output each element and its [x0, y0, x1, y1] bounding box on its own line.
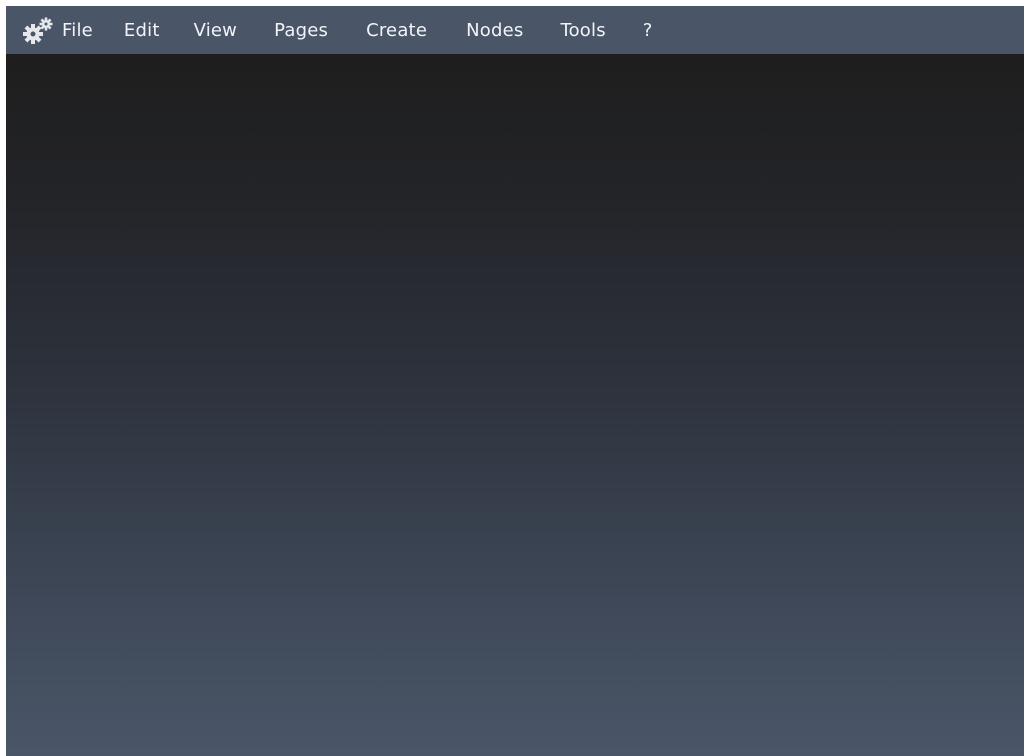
- menu-view[interactable]: View: [194, 20, 238, 41]
- app-window: File Edit View Pages Create Nodes Tools …: [6, 6, 1024, 756]
- menu-edit[interactable]: Edit: [124, 20, 160, 41]
- gears-icon[interactable]: [22, 16, 56, 46]
- menu-tools[interactable]: Tools: [560, 20, 605, 41]
- menu-create[interactable]: Create: [366, 20, 427, 41]
- menu-pages[interactable]: Pages: [274, 20, 328, 41]
- viewport-canvas[interactable]: [6, 54, 1024, 756]
- menu-file[interactable]: File: [62, 20, 93, 41]
- menubar: File Edit View Pages Create Nodes Tools …: [6, 6, 1024, 54]
- menu-nodes[interactable]: Nodes: [466, 20, 523, 41]
- menu-help[interactable]: ?: [643, 20, 653, 41]
